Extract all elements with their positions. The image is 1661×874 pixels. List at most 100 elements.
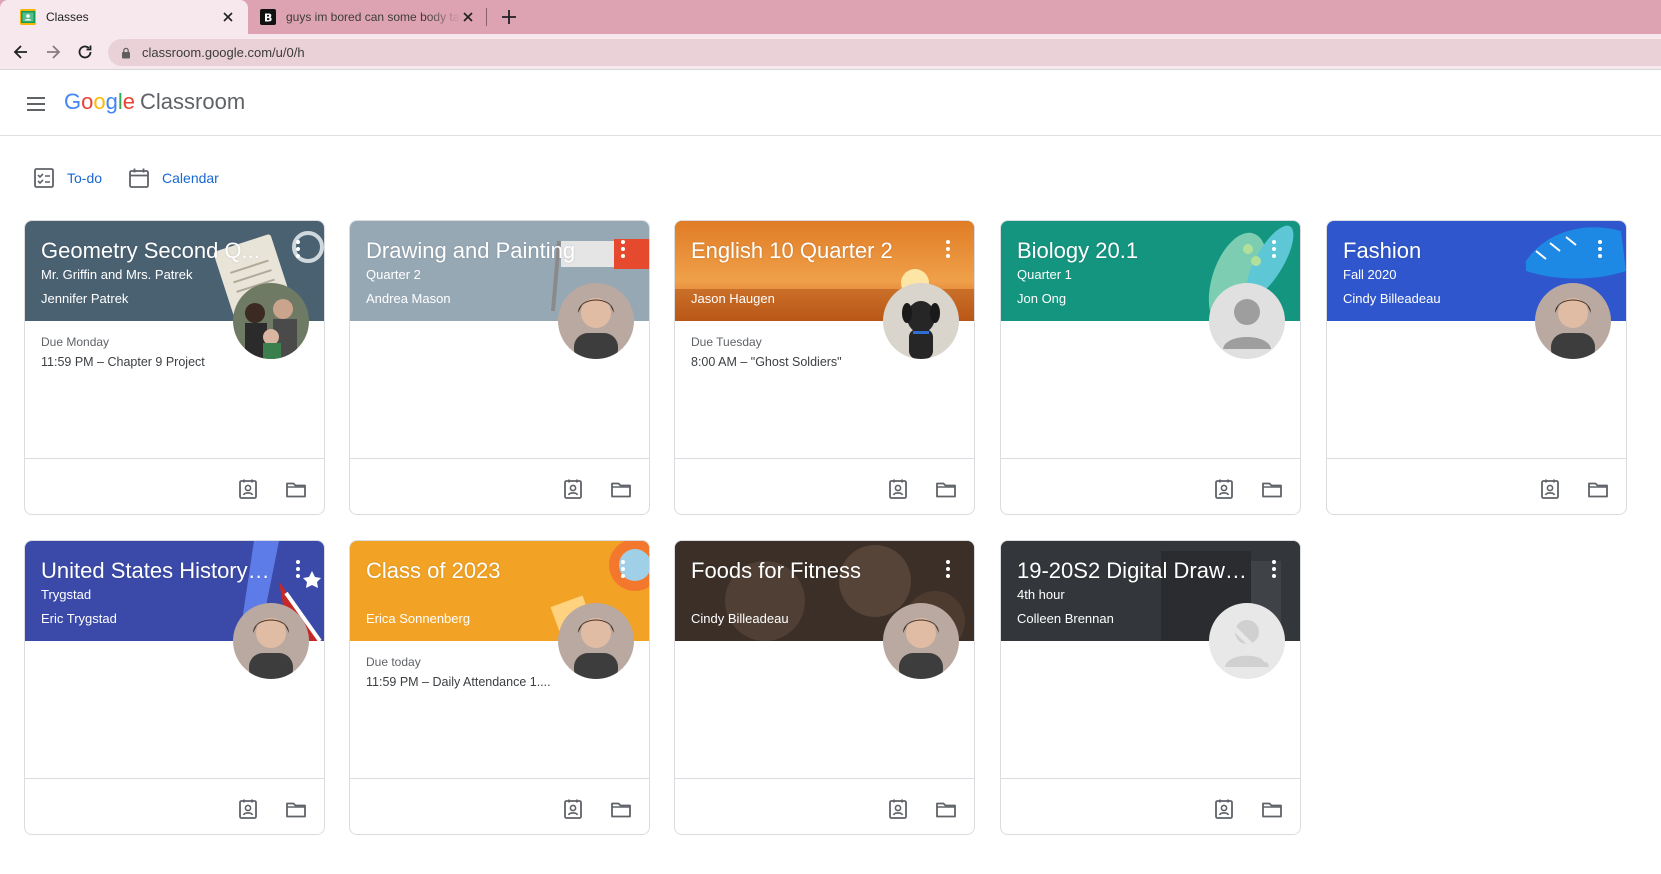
calendar-label: Calendar (162, 170, 219, 186)
folder-icon[interactable] (610, 798, 632, 820)
class-title[interactable]: Drawing and Painting (366, 238, 596, 264)
folder-icon[interactable] (1261, 478, 1283, 500)
browser-toolbar: classroom.google.com/u/0/h (0, 34, 1661, 70)
class-card[interactable]: Foods for Fitness Cindy Billeadeau (674, 540, 975, 835)
more-options-icon[interactable] (1264, 238, 1284, 260)
due-assignment-link[interactable]: 11:59 PM – Daily Attendance 1.... (366, 675, 566, 689)
folder-icon[interactable] (1261, 798, 1283, 820)
folder-icon[interactable] (285, 478, 307, 500)
class-teacher: Jon Ong (1017, 291, 1067, 306)
close-tab-icon[interactable] (220, 9, 236, 25)
folder-icon[interactable] (1587, 478, 1609, 500)
class-teacher: Jason Haugen (691, 291, 775, 306)
more-options-icon[interactable] (1264, 558, 1284, 580)
due-assignment-link[interactable]: 11:59 PM – Chapter 9 Project (41, 355, 241, 369)
address-bar[interactable]: classroom.google.com/u/0/h (108, 39, 1661, 66)
close-tab-icon[interactable] (460, 9, 476, 25)
class-card-footer (675, 778, 974, 834)
gradebook-icon[interactable] (237, 478, 259, 500)
class-section: Trygstad (41, 587, 92, 602)
google-wordmark: Google (64, 89, 136, 114)
browser-tab-bar: Classes B guys im bored can some body ta… (0, 0, 1661, 34)
class-teacher: Eric Trygstad (41, 611, 117, 626)
class-card[interactable]: Drawing and Painting Quarter 2 Andrea Ma… (349, 220, 650, 515)
dog-photo-avatar (883, 283, 959, 359)
class-section: Quarter 2 (366, 267, 421, 282)
gradebook-icon[interactable] (562, 798, 584, 820)
more-options-icon[interactable] (1590, 238, 1610, 260)
class-title[interactable]: Geometry Second Q... (41, 238, 271, 264)
class-card[interactable]: 19-20S2 Digital Drawi... 4th hour Collee… (1000, 540, 1301, 835)
class-card-footer (1327, 458, 1626, 514)
class-title[interactable]: United States History ... (41, 558, 271, 584)
person-photo-avatar (1535, 283, 1611, 359)
class-card[interactable]: United States History ... Trygstad Eric … (24, 540, 325, 835)
gradebook-icon[interactable] (887, 798, 909, 820)
svg-text:B: B (264, 12, 272, 25)
todo-label: To-do (67, 170, 103, 186)
class-title[interactable]: Foods for Fitness (691, 558, 921, 584)
calendar-link[interactable]: Calendar (128, 167, 219, 189)
class-teacher: Cindy Billeadeau (1343, 291, 1441, 306)
folder-icon[interactable] (935, 478, 957, 500)
folder-icon[interactable] (610, 478, 632, 500)
due-assignment-link[interactable]: 8:00 AM – "Ghost Soldiers" (691, 355, 891, 369)
folder-icon[interactable] (285, 798, 307, 820)
more-options-icon[interactable] (938, 558, 958, 580)
todo-checklist-icon (34, 168, 54, 188)
no-person-avatar (1209, 603, 1285, 679)
sub-navigation: To-do Calendar (0, 160, 245, 196)
more-options-icon[interactable] (613, 558, 633, 580)
class-teacher: Colleen Brennan (1017, 611, 1114, 626)
class-title[interactable]: Biology 20.1 (1017, 238, 1247, 264)
gradebook-icon[interactable] (237, 798, 259, 820)
folder-icon[interactable] (935, 798, 957, 820)
class-section: Fall 2020 (1343, 267, 1397, 282)
tab-classes[interactable]: Classes (0, 0, 248, 34)
more-options-icon[interactable] (288, 558, 308, 580)
gradebook-icon[interactable] (562, 478, 584, 500)
reload-icon[interactable] (75, 42, 95, 62)
class-title[interactable]: Class of 2023 (366, 558, 596, 584)
tab-separator (486, 8, 487, 26)
gradebook-icon[interactable] (1213, 798, 1235, 820)
default-person-avatar (1209, 283, 1285, 359)
class-title[interactable]: 19-20S2 Digital Drawi... (1017, 558, 1247, 584)
url-text: classroom.google.com/u/0/h (142, 45, 305, 60)
new-tab-icon[interactable] (500, 8, 518, 26)
class-card-footer (675, 458, 974, 514)
class-card[interactable]: Biology 20.1 Quarter 1 Jon Ong (1000, 220, 1301, 515)
more-options-icon[interactable] (613, 238, 633, 260)
class-card[interactable]: Geometry Second Q... Mr. Griffin and Mrs… (24, 220, 325, 515)
gradebook-icon[interactable] (1213, 478, 1235, 500)
class-card[interactable]: English 10 Quarter 2 Jason Haugen Due Tu… (674, 220, 975, 515)
class-teacher: Andrea Mason (366, 291, 451, 306)
person-photo-avatar (883, 603, 959, 679)
class-card-footer (25, 778, 324, 834)
class-title[interactable]: Fashion (1343, 238, 1573, 264)
gradebook-icon[interactable] (1539, 478, 1561, 500)
class-card[interactable]: Class of 2023 Erica Sonnenberg Due today… (349, 540, 650, 835)
back-arrow-icon[interactable] (11, 42, 31, 62)
more-options-icon[interactable] (938, 238, 958, 260)
gradebook-icon[interactable] (887, 478, 909, 500)
more-options-icon[interactable] (288, 238, 308, 260)
due-label: Due Tuesday (691, 335, 762, 349)
class-card[interactable]: Fashion Fall 2020 Cindy Billeadeau (1326, 220, 1627, 515)
tab-brainly[interactable]: B guys im bored can some body talk to me (248, 0, 488, 34)
person-photo-avatar (558, 603, 634, 679)
forward-arrow-icon[interactable] (43, 42, 63, 62)
google-classroom-logo[interactable]: Google Classroom (64, 89, 245, 115)
class-card-footer (25, 458, 324, 514)
class-title[interactable]: English 10 Quarter 2 (691, 238, 921, 264)
group-photo-avatar (233, 283, 309, 359)
class-teacher: Erica Sonnenberg (366, 611, 471, 626)
class-teacher: Jennifer Patrek (41, 291, 129, 306)
due-label: Due today (366, 655, 421, 669)
person-photo-avatar (558, 283, 634, 359)
class-section: Quarter 1 (1017, 267, 1072, 282)
todo-link[interactable]: To-do (33, 167, 102, 189)
main-menu-icon[interactable] (25, 93, 47, 115)
class-card-footer (1001, 778, 1300, 834)
tab-title: guys im bored can some body talk to me (286, 10, 461, 24)
